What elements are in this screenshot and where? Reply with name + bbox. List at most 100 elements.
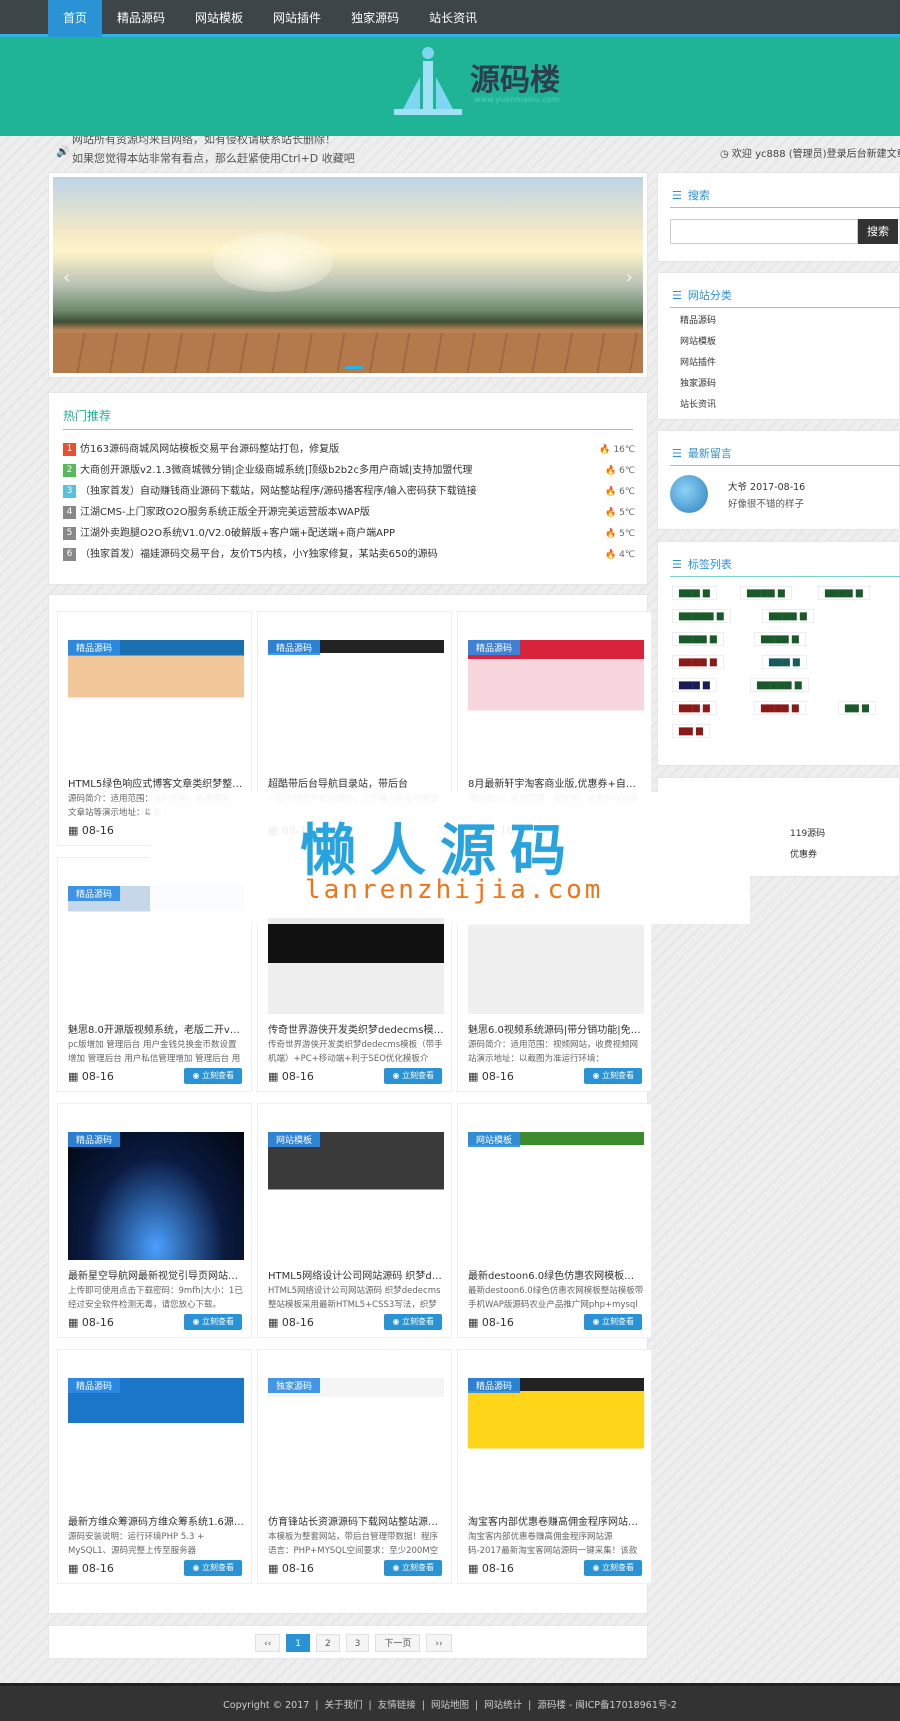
tag-item[interactable]: ▆▆▆▆ ▆ <box>672 632 724 646</box>
article-title[interactable]: 仿育锋站长资源源码下载网站整站源码... <box>268 1513 444 1528</box>
footer-link[interactable]: 友情链接 <box>378 1700 416 1711</box>
category-tag[interactable]: 精品源码 <box>268 640 321 655</box>
category-item-exclusive[interactable]: 独家源码 <box>680 376 716 397</box>
tag-item[interactable]: ▆▆ ▆ <box>672 724 710 738</box>
article-title[interactable]: 魅思8.0开源版视频系统，老版二开v8（... <box>68 1021 244 1036</box>
search-button[interactable]: 搜索 <box>858 219 898 244</box>
article-thumbnail[interactable]: 精品源码 <box>68 640 244 768</box>
hot-item[interactable]: 5 江湖外卖跑腿O2O系统V1.0/V2.0破解版+客户端+配送端+商户端APP 🔥… <box>63 527 635 548</box>
tag-item[interactable]: ▆▆▆▆ ▆ <box>754 632 806 646</box>
article-card[interactable]: 精品源码 最新方维众筹源码方维众筹系统1.6源码... 源码安装说明：运行环境PHP… <box>57 1349 252 1584</box>
comment-text[interactable]: 好像很不错的样子 <box>728 496 804 510</box>
view-now-button[interactable]: ◉ 立刻查看 <box>584 1068 642 1084</box>
footer-link[interactable]: 源码楼 - 闽ICP备17018961号-2 <box>537 1700 676 1711</box>
avatar[interactable] <box>670 475 708 513</box>
view-now-button[interactable]: ◉ 立刻查看 <box>184 1068 242 1084</box>
article-title[interactable]: 8月最新轩宇淘客商业版,优惠券+自动... <box>468 775 644 790</box>
page-link[interactable]: ›› <box>426 1634 452 1652</box>
nav-item-news[interactable]: 站长资讯 <box>414 0 492 37</box>
article-card[interactable]: 网站模板 HTML5网络设计公司网站源码 织梦de... HTML5网络设计公司网站… <box>257 1103 452 1338</box>
view-now-button[interactable]: ◉ 立刻查看 <box>584 1560 642 1576</box>
article-thumbnail[interactable]: 精品源码 <box>468 1378 644 1506</box>
article-thumbnail[interactable]: 网站模板 <box>268 1132 444 1260</box>
hot-item[interactable]: 1 仿163源码商城风网站模板交易平台源码整站打包，修复版 🔥 16℃ <box>63 443 635 464</box>
hot-item-title[interactable]: （独家首发）福娃源码交易平台，友价T5内核，小Y独家修复，某站卖650的源码 <box>80 548 560 562</box>
link-item[interactable]: 119源码 <box>790 826 825 839</box>
link-item[interactable]: 优惠券 <box>790 847 817 860</box>
footer-link[interactable]: 网站地图 <box>431 1700 469 1711</box>
article-title[interactable]: 淘宝客内部优惠卷赚高佣金程序网站源... <box>468 1513 644 1528</box>
slider-prev-icon[interactable]: ‹ <box>63 267 70 288</box>
article-card[interactable]: 精品源码 最新星空导航网最新视觉引导页网站源... 上传即可使用点击下载密码：9mf… <box>57 1103 252 1338</box>
category-tag[interactable]: 精品源码 <box>68 1378 121 1393</box>
tag-item[interactable]: ▆▆▆▆▆ ▆ <box>672 609 731 623</box>
page-link[interactable]: 下一页 <box>375 1634 421 1652</box>
article-title[interactable]: 超酷带后台导航目录站，带后台 <box>268 775 444 790</box>
nav-item-templates[interactable]: 网站模板 <box>180 0 258 37</box>
article-thumbnail[interactable]: 网站模板 <box>468 1132 644 1260</box>
tag-item[interactable]: ▆▆▆ ▆ <box>672 701 717 715</box>
footer-link[interactable]: 网站统计 <box>484 1700 522 1711</box>
article-card[interactable]: 网站模板 最新destoon6.0绿色仿惠农网模板整站... 最新destoon6.… <box>457 1103 652 1338</box>
tag-item[interactable]: ▆▆▆ ▆ <box>672 586 717 600</box>
tag-item[interactable]: ▆▆▆▆ ▆ <box>672 655 724 669</box>
hot-item[interactable]: 6 （独家首发）福娃源码交易平台，友价T5内核，小Y独家修复，某站卖650的源码 🔥… <box>63 548 635 569</box>
article-title[interactable]: HTML5网络设计公司网站源码 织梦de... <box>268 1267 444 1282</box>
footer-link[interactable]: 关于我们 <box>325 1700 363 1711</box>
article-card[interactable]: 精品源码 淘宝客内部优惠卷赚高佣金程序网站源... 淘宝客内部优惠卷赚高佣金程序网站… <box>457 1349 652 1584</box>
nav-item-exclusive[interactable]: 独家源码 <box>336 0 414 37</box>
tag-item[interactable]: ▆▆▆▆ ▆ <box>762 609 814 623</box>
category-item-plugins[interactable]: 网站插件 <box>680 355 716 376</box>
tag-item[interactable]: ▆▆▆▆ ▆ <box>754 701 806 715</box>
tag-item[interactable]: ▆▆▆ ▆ <box>762 655 807 669</box>
site-logo[interactable]: 源码楼 www.yuanmalou.com <box>390 43 570 119</box>
hot-item[interactable]: 4 江湖CMS-上门家政O2O服务系统正版全开源完美运营版本WAP版 🔥 5℃ <box>63 506 635 527</box>
article-card[interactable]: 独家源码 仿育锋站长资源源码下载网站整站源码... 本模板为整套网站，带后台管理带数… <box>257 1349 452 1584</box>
view-now-button[interactable]: ◉ 立刻查看 <box>584 1314 642 1330</box>
category-tag[interactable]: 精品源码 <box>68 640 121 655</box>
article-title[interactable]: 最新星空导航网最新视觉引导页网站源... <box>68 1267 244 1282</box>
category-tag[interactable]: 精品源码 <box>468 1378 521 1393</box>
article-title[interactable]: 最新方维众筹源码方维众筹系统1.6源码... <box>68 1513 244 1528</box>
category-item-news[interactable]: 站长资讯 <box>680 397 716 418</box>
article-thumbnail[interactable]: 精品源码 <box>68 1132 244 1260</box>
slider-indicator[interactable] <box>345 366 363 369</box>
article-title[interactable]: 传奇世界游侠开发类织梦dedecms模板... <box>268 1021 444 1036</box>
category-tag[interactable]: 精品源码 <box>468 640 521 655</box>
nav-item-home[interactable]: 首页 <box>48 0 103 37</box>
tag-item[interactable]: ▆▆▆▆▆ ▆ <box>750 678 809 692</box>
hot-item-title[interactable]: 江湖CMS-上门家政O2O服务系统正版全开源完美运营版本WAP版 <box>80 506 560 520</box>
page-link[interactable]: 1 <box>286 1634 310 1652</box>
category-tag[interactable]: 精品源码 <box>68 1132 121 1147</box>
slider-next-icon[interactable]: › <box>626 267 633 288</box>
page-link[interactable]: 2 <box>315 1634 340 1652</box>
tag-item[interactable]: ▆▆ ▆ <box>838 701 876 715</box>
hot-item-title[interactable]: 仿163源码商城风网站模板交易平台源码整站打包，修复版 <box>80 443 560 457</box>
view-now-button[interactable]: ◉ 立刻查看 <box>184 1560 242 1576</box>
tag-item[interactable]: ▆▆▆▆ ▆ <box>818 586 870 600</box>
article-thumbnail[interactable]: 独家源码 <box>268 1378 444 1506</box>
article-thumbnail[interactable]: 精品源码 <box>68 1378 244 1506</box>
hot-item[interactable]: 2 大商创开源版v2.1.3微商城微分销|企业级商城系统|顶级b2b2c多用户商城… <box>63 464 635 485</box>
category-tag[interactable]: 精品源码 <box>68 886 121 901</box>
article-thumbnail[interactable]: 精品源码 <box>468 640 644 768</box>
view-now-button[interactable]: ◉ 立刻查看 <box>384 1560 442 1576</box>
category-item-premium[interactable]: 精品源码 <box>680 313 716 334</box>
hot-item[interactable]: 3 （独家首发）自动赚钱商业源码下载站，网站整站程序/源码播客程序/输入密码获下载… <box>63 485 635 506</box>
article-title[interactable]: 最新destoon6.0绿色仿惠农网模板整站... <box>468 1267 644 1282</box>
image-slider[interactable]: ‹ › <box>48 172 648 378</box>
article-title[interactable]: HTML5绿色响应式博客文章类织梦整站... <box>68 775 244 790</box>
search-input[interactable] <box>670 219 858 244</box>
hot-item-title[interactable]: 大商创开源版v2.1.3微商城微分销|企业级商城系统|顶级b2b2c多用户商城|… <box>80 464 560 478</box>
hot-item-title[interactable]: 江湖外卖跑腿O2O系统V1.0/V2.0破解版+客户端+配送端+商户端APP <box>80 527 560 541</box>
view-now-button[interactable]: ◉ 立刻查看 <box>384 1314 442 1330</box>
category-item-templates[interactable]: 网站模板 <box>680 334 716 355</box>
category-tag[interactable]: 网站模板 <box>468 1132 521 1147</box>
view-now-button[interactable]: ◉ 立刻查看 <box>384 1068 442 1084</box>
tag-item[interactable]: ▆▆▆▆ ▆ <box>740 586 792 600</box>
category-tag[interactable]: 独家源码 <box>268 1378 321 1393</box>
tag-item[interactable]: ▆▆▆ ▆ <box>672 678 717 692</box>
view-now-button[interactable]: ◉ 立刻查看 <box>184 1314 242 1330</box>
nav-item-premium-source[interactable]: 精品源码 <box>102 0 180 37</box>
page-link[interactable]: ‹‹ <box>255 1634 281 1652</box>
